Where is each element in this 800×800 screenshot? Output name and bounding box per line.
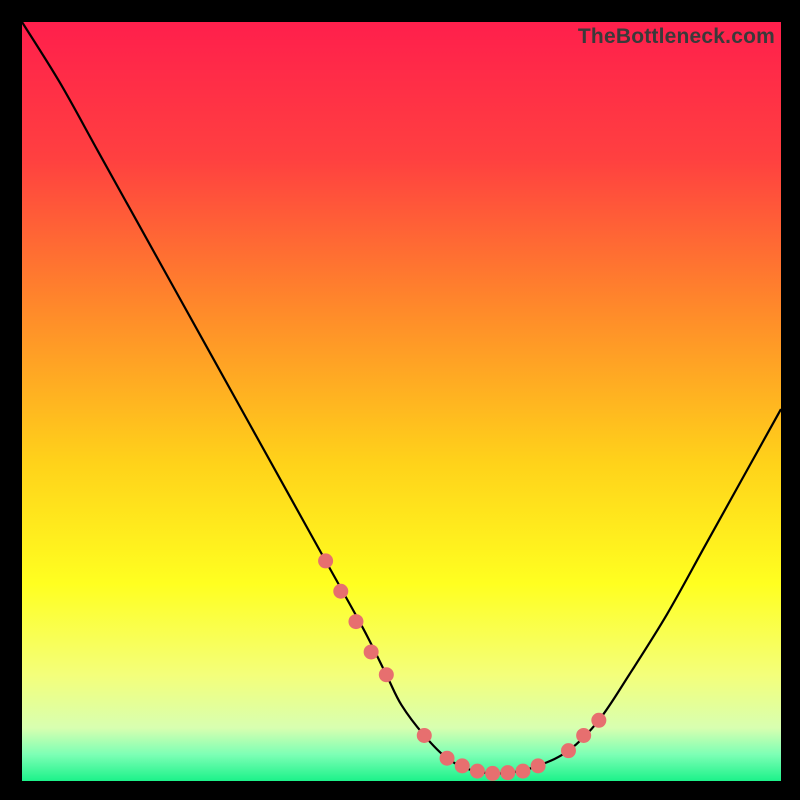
highlight-point [364, 644, 379, 659]
highlight-point [485, 766, 500, 781]
highlight-point [318, 553, 333, 568]
highlight-point [531, 758, 546, 773]
highlight-point [440, 751, 455, 766]
highlight-point [417, 728, 432, 743]
highlight-markers [318, 553, 606, 781]
bottleneck-curve [22, 22, 781, 774]
highlight-point [333, 584, 348, 599]
highlight-point [561, 743, 576, 758]
highlight-point [515, 764, 530, 779]
highlight-point [348, 614, 363, 629]
chart-frame: TheBottleneck.com [0, 0, 800, 800]
highlight-point [455, 758, 470, 773]
curve-layer [22, 22, 781, 781]
highlight-point [379, 667, 394, 682]
highlight-point [576, 728, 591, 743]
highlight-point [470, 764, 485, 779]
plot-area: TheBottleneck.com [22, 22, 781, 781]
highlight-point [591, 713, 606, 728]
highlight-point [500, 765, 515, 780]
